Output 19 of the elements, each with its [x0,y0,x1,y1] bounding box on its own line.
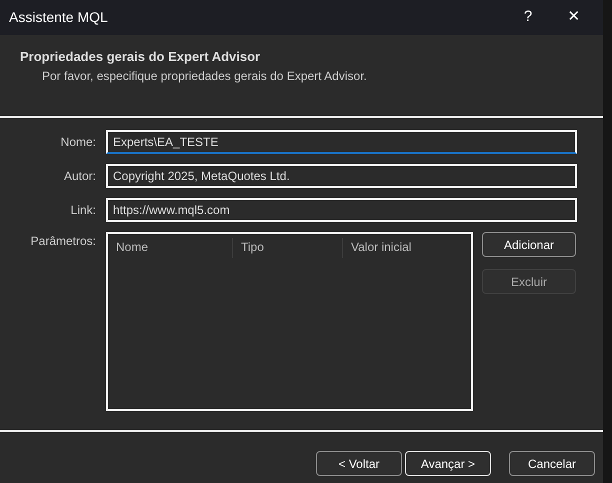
field-label: Parâmetros: [30,233,97,250]
input-field[interactable]: Copyright 2025, MetaQuotes Ltd. [106,164,577,188]
column-header[interactable]: Valor inicial [343,238,471,258]
field-label: Link: [70,202,97,219]
input-field[interactable]: https://www.mql5.com [106,198,577,222]
column-header[interactable]: Tipo [233,238,343,258]
page-title: Propriedades gerais do Expert Advisor [20,48,262,66]
field-label: Autor: [62,168,97,185]
column-header[interactable]: Nome [108,238,233,258]
window-title: Assistente MQL [9,8,109,27]
add-button[interactable]: Adicionar [482,232,576,257]
field-label: Nome: [60,134,97,151]
back-button[interactable]: < Voltar [316,451,402,476]
page-subtitle: Por favor, especifique propriedades gerais do Expert Advisor. [41,68,368,84]
input-field[interactable]: Experts\EA_TESTE [106,130,577,154]
next-button[interactable]: Avançar > [405,451,491,476]
help-button[interactable]: ? [505,0,551,35]
close-button[interactable]: ✕ [551,0,597,35]
cancel-button[interactable]: Cancelar [509,451,595,476]
